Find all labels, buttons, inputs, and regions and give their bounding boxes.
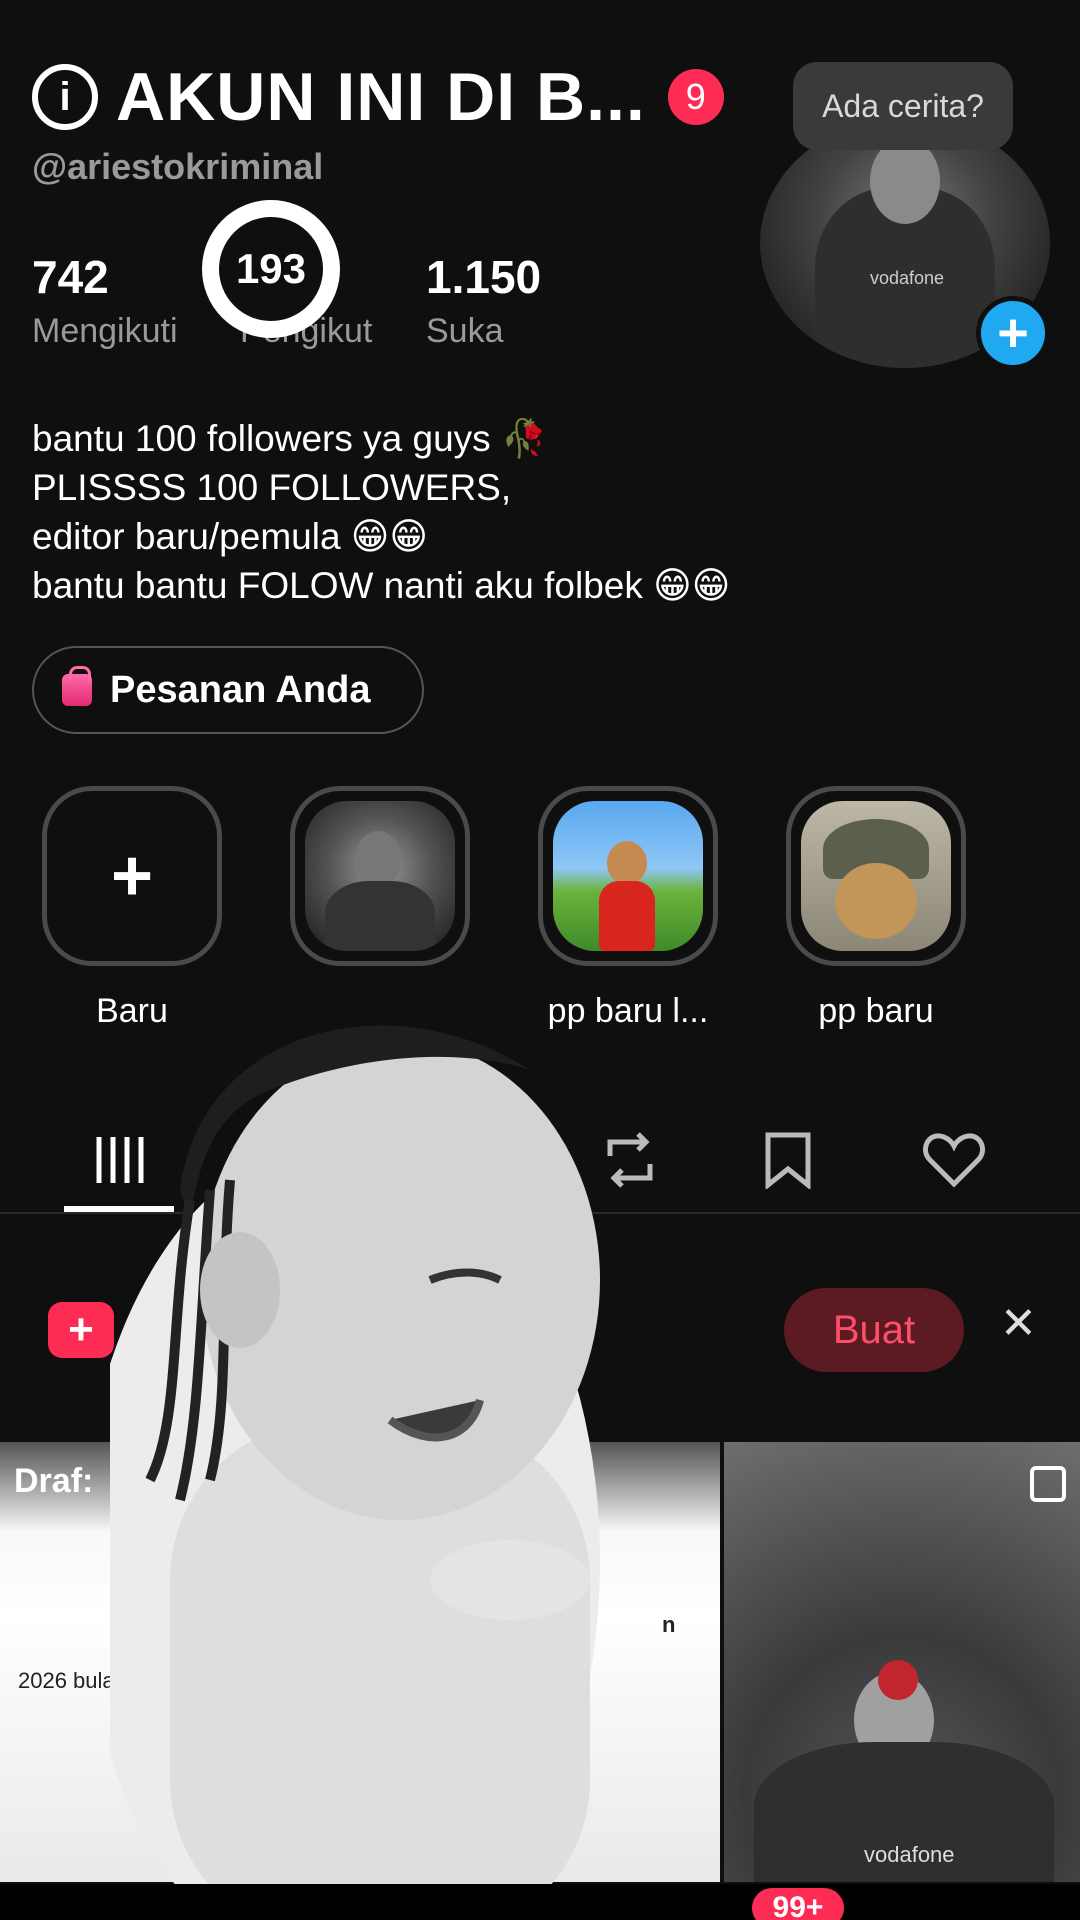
- highlight-item[interactable]: pp baru: [786, 786, 966, 1031]
- highlight-ring: [538, 786, 718, 966]
- highlight-item[interactable]: [290, 786, 470, 992]
- orders-button[interactable]: Pesanan Anda: [32, 646, 424, 734]
- profile-title-row: i AKUN INI DI B... 9: [32, 58, 724, 136]
- username: @ariestokriminal: [32, 146, 324, 187]
- heart-icon: [923, 1133, 985, 1188]
- bio-line: editor baru/pemula 😁😁: [32, 516, 428, 557]
- video-cell[interactable]: vodafone: [724, 1442, 1080, 1882]
- profile-title: AKUN INI DI B...: [116, 59, 646, 135]
- stat-likes[interactable]: 1.150 Suka: [426, 250, 541, 351]
- likes-label: Suka: [426, 312, 504, 350]
- inbox-badge[interactable]: 99+: [752, 1888, 844, 1920]
- tab-liked[interactable]: [914, 1120, 994, 1200]
- draft-label: Draf:: [14, 1462, 94, 1500]
- multi-photo-icon: [1030, 1466, 1066, 1502]
- bottom-navigation: [0, 1884, 1080, 1920]
- highlight-ring: +: [42, 786, 222, 966]
- story-bubble[interactable]: Ada cerita?: [793, 62, 1013, 150]
- bio: bantu 100 followers ya guys 🥀 PLISSSS 10…: [32, 414, 730, 610]
- bio-line: PLISSSS 100 FOLLOWERS,: [32, 467, 512, 508]
- orders-label: Pesanan Anda: [110, 668, 371, 711]
- highlight-label: pp baru: [818, 992, 934, 1030]
- bio-line: bantu bantu FOLOW nanti aku folbek 😁😁: [32, 565, 731, 606]
- cell-logo: vodafone: [864, 1842, 955, 1867]
- highlight-thumbnail: [305, 801, 455, 951]
- grid-icon: [96, 1137, 144, 1183]
- notification-badge[interactable]: 9: [667, 69, 724, 125]
- highlight-label: Baru: [96, 992, 168, 1030]
- highlight-new[interactable]: + Baru: [42, 786, 222, 1031]
- highlight-ring: [290, 786, 470, 966]
- create-button[interactable]: Buat: [784, 1288, 964, 1372]
- avatar-logo: vodafone: [870, 268, 945, 288]
- highlight-item[interactable]: pp baru l...: [538, 786, 718, 1031]
- info-icon[interactable]: i: [32, 64, 98, 130]
- shopping-bag-icon: [62, 666, 92, 706]
- cell-text: n: [662, 1612, 676, 1637]
- add-story-plus-icon[interactable]: +: [976, 296, 1050, 370]
- avatar-head: [870, 138, 940, 224]
- profile-tabs: [0, 1110, 1080, 1214]
- followers-count: 193: [235, 245, 307, 292]
- repost-icon: [607, 1132, 653, 1188]
- create-banner: + h... Buat ✕: [0, 1270, 1080, 1400]
- highlight-thumbnail: [553, 801, 703, 951]
- stat-following[interactable]: 742 Mengikuti: [32, 250, 178, 351]
- cell-text: 2026 bula: [18, 1668, 115, 1693]
- create-subtext: h...: [190, 1368, 229, 1399]
- close-icon[interactable]: ✕: [1000, 1298, 1037, 1349]
- highlight-ring: [786, 786, 966, 966]
- highlight-label: pp baru l...: [547, 992, 709, 1030]
- likes-count: 1.150: [426, 251, 542, 303]
- followers-highlight-ring: 193: [202, 200, 340, 338]
- highlight-thumbnail: [801, 801, 951, 951]
- following-count: 742: [32, 251, 109, 303]
- plus-icon: +: [110, 836, 154, 916]
- bio-line: bantu 100 followers ya guys 🥀: [32, 418, 548, 459]
- tab-videos[interactable]: [80, 1120, 160, 1200]
- following-label: Mengikuti: [32, 312, 178, 350]
- create-plus-icon[interactable]: +: [48, 1302, 114, 1358]
- bookmark-icon: [765, 1132, 811, 1189]
- tab-saved[interactable]: [748, 1120, 828, 1200]
- active-tab-indicator: [64, 1206, 174, 1212]
- draft-video-cell[interactable]: Draf: 2026 bula n: [0, 1442, 720, 1882]
- tab-repost[interactable]: [590, 1120, 670, 1200]
